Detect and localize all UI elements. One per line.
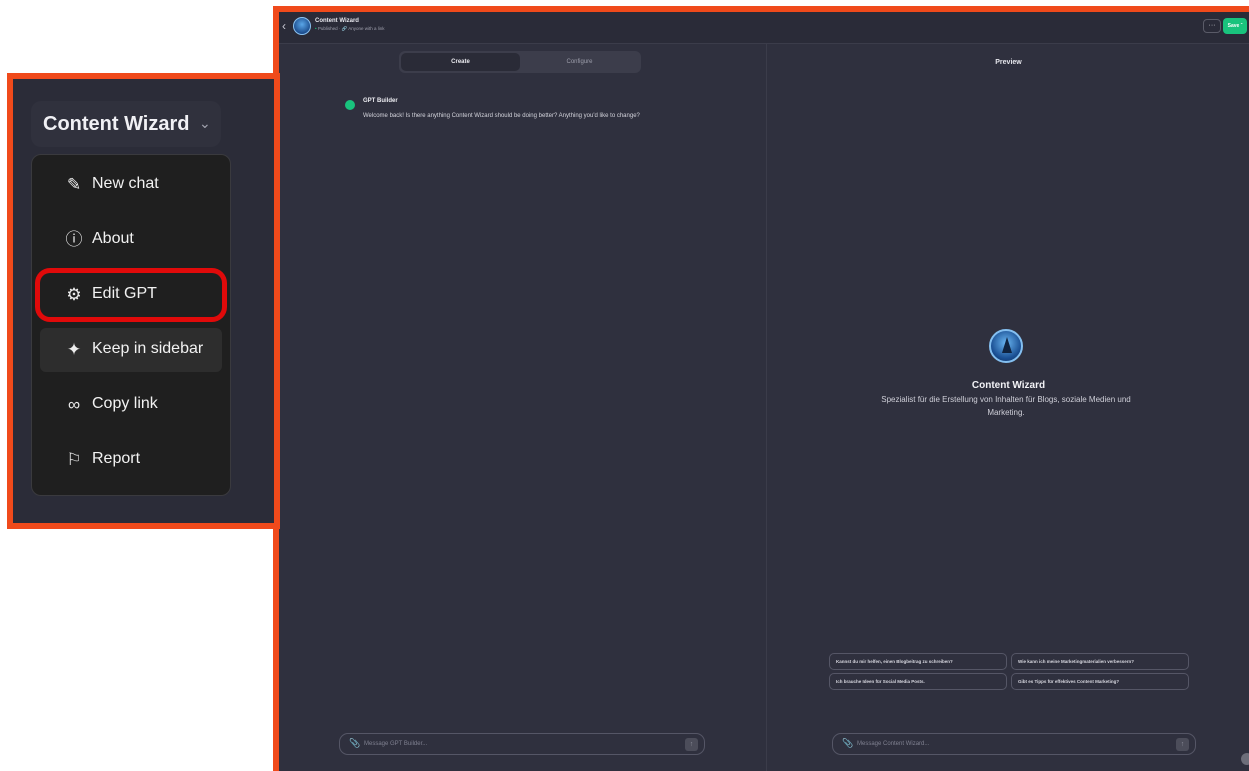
publish-status: • Published · 🔗 Anyone with a link	[315, 26, 385, 32]
builder-tabs: Create Configure	[399, 51, 641, 73]
menu-item-label: New chat	[92, 175, 159, 192]
menu-item-edit-gpt[interactable]: ⚙ Edit GPT	[40, 273, 222, 317]
menu-item-new-chat[interactable]: ✎ New chat	[40, 163, 222, 207]
gpt-avatar	[293, 17, 311, 35]
preview-gpt-name: Content Wizard	[971, 380, 1046, 391]
attach-icon[interactable]: 📎	[349, 738, 360, 749]
info-icon: ⓘ	[65, 230, 83, 249]
message-text: Welcome back! Is there anything Content …	[363, 113, 640, 119]
link-icon: · 🔗	[338, 26, 348, 31]
menu-item-copy-link[interactable]: ∞ Copy link	[40, 383, 222, 427]
edit-icon: ✎	[66, 175, 82, 194]
menu-item-label: Keep in sidebar	[92, 340, 204, 357]
chevron-down-icon: ˇ	[1240, 23, 1243, 29]
starter-button[interactable]: Wie kann ich meine Marketingmaterialien …	[1011, 653, 1189, 670]
gpt-title: Content Wizard	[315, 18, 359, 24]
dropdown-title: Content Wizard	[43, 113, 190, 135]
chevron-down-icon: ⌄	[199, 115, 211, 131]
gpt-avatar-large	[989, 329, 1023, 363]
starter-button[interactable]: Kannst du mir helfen, einen Blogbeitrag …	[829, 653, 1007, 670]
tab-create[interactable]: Create	[401, 53, 520, 71]
conversation-starters: Kannst du mir helfen, einen Blogbeitrag …	[829, 653, 1191, 690]
menu-item-about[interactable]: ⓘ About	[40, 218, 222, 262]
builder-avatar-icon	[345, 100, 355, 110]
pin-icon: ✦	[66, 340, 82, 359]
preview-message-input[interactable]: Message Content Wizard...	[857, 741, 929, 747]
more-options-button[interactable]: ···	[1203, 19, 1221, 33]
message-author: GPT Builder	[363, 98, 398, 104]
top-bar: ‹ Content Wizard • Published · 🔗 Anyone …	[279, 12, 1249, 44]
builder-composer[interactable]: 📎 Message GPT Builder... ↑	[339, 733, 705, 755]
attach-icon[interactable]: 📎	[842, 738, 853, 749]
gpt-name-dropdown-button[interactable]: Content Wizard ⌄	[31, 101, 221, 147]
back-button[interactable]: ‹	[282, 19, 286, 33]
tab-configure[interactable]: Configure	[520, 53, 639, 71]
gpt-editor-window: ‹ Content Wizard • Published · 🔗 Anyone …	[273, 6, 1249, 771]
status-sharing: Anyone with a link	[348, 26, 385, 31]
menu-item-keep-in-sidebar[interactable]: ✦ Keep in sidebar	[40, 328, 222, 372]
status-dot-icon: •	[315, 26, 317, 31]
menu-item-label: Copy link	[92, 395, 158, 412]
preview-composer[interactable]: 📎 Message Content Wizard... ↑	[832, 733, 1196, 755]
menu-item-report[interactable]: ⚐ Report	[40, 438, 222, 482]
starter-button[interactable]: Ich brauche Ideen für Social Media Posts…	[829, 673, 1007, 690]
starter-button[interactable]: Gibt es Tipps für effektives Content Mar…	[1011, 673, 1189, 690]
save-label: Save	[1227, 23, 1240, 29]
gear-icon: ⚙	[66, 285, 82, 304]
gpt-options-menu: ✎ New chat ⓘ About ⚙ Edit GPT ✦ Keep in …	[31, 154, 231, 496]
status-published: Published	[317, 26, 338, 31]
wizard-hat-icon	[1002, 337, 1012, 353]
menu-item-label: Edit GPT	[92, 285, 157, 302]
help-button[interactable]	[1241, 753, 1249, 765]
dropdown-zoom-inset: Content Wizard ⌄ ✎ New chat ⓘ About ⚙ Ed…	[7, 73, 280, 529]
builder-pane: Create Configure GPT Builder Welcome bac…	[279, 44, 767, 771]
preview-description: Spezialist für die Erstellung von Inhalt…	[881, 395, 1131, 417]
preview-heading: Preview	[995, 59, 1022, 66]
menu-item-label: About	[92, 230, 134, 247]
flag-icon: ⚐	[66, 450, 82, 469]
send-button[interactable]: ↑	[685, 738, 698, 751]
menu-item-label: Report	[92, 450, 141, 467]
save-button[interactable]: Save ˇ	[1223, 18, 1247, 34]
link-icon: ∞	[67, 395, 81, 414]
builder-message-input[interactable]: Message GPT Builder...	[364, 741, 427, 747]
send-button[interactable]: ↑	[1176, 738, 1189, 751]
